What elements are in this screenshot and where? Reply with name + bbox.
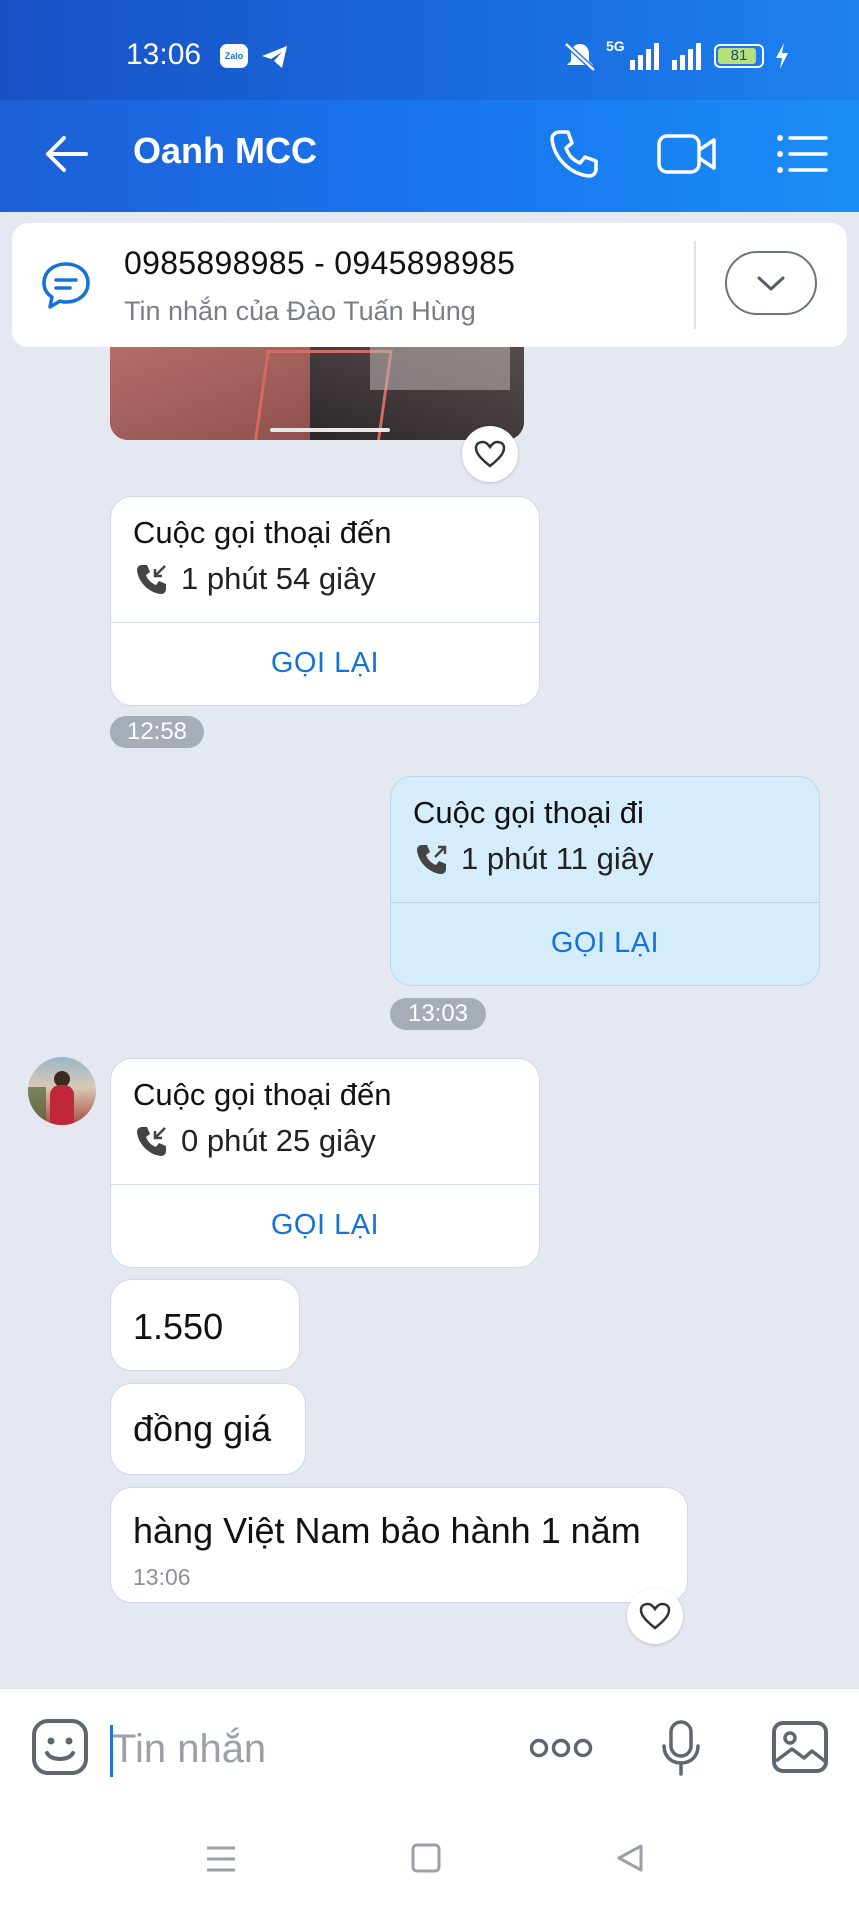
divider [694, 241, 696, 329]
microphone-icon[interactable] [660, 1719, 702, 1777]
outgoing-call-card: Cuộc gọi thoại đi 1 phút 11 giây GỌI LẠI [390, 776, 820, 986]
system-nav-bar [0, 1810, 859, 1908]
image-gallery-icon[interactable] [770, 1719, 830, 1775]
message-text: đồng giá [133, 1408, 272, 1449]
expand-pinned-button[interactable] [725, 251, 817, 315]
call-title: Cuộc gọi thoại đến [133, 1077, 392, 1112]
message-bubble[interactable]: hàng Việt Nam bảo hành 1 năm 13:06 [110, 1487, 688, 1603]
battery-icon: 81 [714, 44, 764, 68]
mute-icon [564, 42, 596, 72]
status-time: 13:06 [126, 38, 202, 71]
message-input[interactable]: Tin nhắn [112, 1727, 266, 1772]
menu-list-icon[interactable] [776, 134, 828, 174]
react-heart-button[interactable] [462, 426, 518, 482]
back-nav-icon[interactable] [614, 1842, 646, 1874]
home-icon[interactable] [410, 1842, 442, 1874]
heart-icon [474, 440, 506, 468]
call-back-button[interactable]: GỌI LẠI [111, 647, 539, 680]
message-bubble[interactable]: đồng giá [110, 1383, 306, 1475]
signal-icon-1 [630, 43, 659, 70]
message-composer: Tin nhắn [0, 1688, 859, 1811]
message-text: hàng Việt Nam bảo hành 1 năm [133, 1510, 641, 1551]
timestamp: 13:03 [390, 998, 486, 1030]
recent-apps-icon[interactable] [204, 1844, 238, 1874]
charging-icon [776, 43, 788, 69]
avatar[interactable] [28, 1057, 96, 1125]
pinned-subtitle: Tin nhắn của Đào Tuấn Hùng [124, 296, 476, 326]
call-duration: 1 phút 54 giây [181, 561, 376, 596]
call-back-button[interactable]: GỌI LẠI [391, 927, 819, 960]
back-arrow-icon[interactable] [42, 134, 90, 174]
call-duration: 1 phút 11 giây [461, 841, 654, 876]
call-title: Cuộc gọi thoại đi [413, 795, 644, 830]
network-type: 5G [606, 38, 625, 54]
sticker-emoji-icon[interactable] [30, 1717, 90, 1777]
message-text: 1.550 [133, 1306, 224, 1347]
heart-icon [639, 1602, 671, 1630]
more-options-icon[interactable] [528, 1737, 594, 1759]
message-bubble[interactable]: 1.550 [110, 1279, 300, 1371]
zalo-notification-icon: Zalo [220, 44, 248, 68]
pinned-message[interactable]: 0985898985 - 0945898985 Tin nhắn của Đào… [12, 223, 847, 347]
telegram-notification-icon [262, 46, 287, 68]
pinned-title: 0985898985 - 0945898985 [124, 245, 516, 281]
divider [111, 1184, 539, 1185]
battery-level: 81 [730, 47, 748, 64]
call-duration: 0 phút 25 giây [181, 1123, 376, 1158]
message-icon [42, 262, 90, 309]
divider [391, 902, 819, 903]
incoming-call-card: Cuộc gọi thoại đến 1 phút 54 giây GỌI LẠ… [110, 496, 540, 706]
outgoing-call-icon [417, 845, 447, 874]
incoming-call-icon [137, 1127, 166, 1156]
video-call-icon[interactable] [656, 132, 718, 176]
react-heart-button[interactable] [627, 1588, 683, 1644]
call-back-button[interactable]: GỌI LẠI [111, 1209, 539, 1242]
signal-icon-2 [672, 43, 701, 70]
message-time: 13:06 [133, 1564, 191, 1590]
incoming-call-icon [137, 565, 166, 594]
chat-title[interactable]: Oanh MCC [133, 130, 317, 172]
incoming-call-card: Cuộc gọi thoại đến 0 phút 25 giây GỌI LẠ… [110, 1058, 540, 1268]
timestamp: 12:58 [110, 716, 204, 748]
call-title: Cuộc gọi thoại đến [133, 515, 392, 550]
phone-call-icon[interactable] [548, 128, 600, 180]
divider [111, 622, 539, 623]
chevron-down-icon [757, 276, 785, 291]
